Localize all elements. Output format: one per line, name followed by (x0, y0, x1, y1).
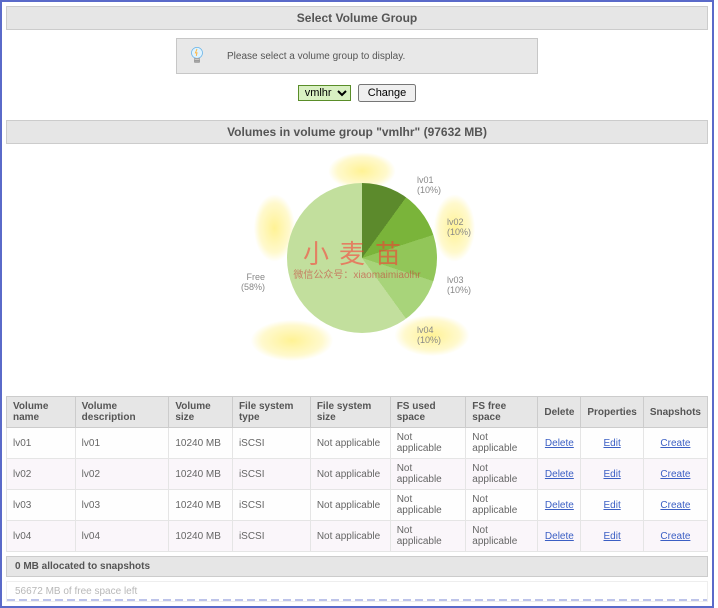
pie-body (287, 183, 437, 333)
delete-link-cell: Delete (538, 428, 581, 459)
freespace-footer: 56672 MB of free space left (6, 581, 708, 602)
cell-fstype: iSCSI (232, 521, 310, 552)
edit-link[interactable]: Edit (603, 500, 620, 511)
th-fstype: File system type (232, 397, 310, 428)
table-row: lv01lv0110240 MBiSCSINot applicableNot a… (7, 428, 708, 459)
lightbulb-icon (187, 45, 207, 67)
edit-link[interactable]: Edit (603, 438, 620, 449)
slice-label-free: Free(58%) (241, 273, 265, 293)
delete-link-cell: Delete (538, 521, 581, 552)
create-link[interactable]: Create (660, 469, 690, 480)
cell-name: lv04 (7, 521, 76, 552)
cell-fsused: Not applicable (390, 490, 466, 521)
edit-link-cell: Edit (581, 490, 643, 521)
delete-link[interactable]: Delete (545, 469, 574, 480)
cell-size: 10240 MB (169, 521, 233, 552)
create-link-cell: Create (643, 490, 707, 521)
create-link-cell: Create (643, 521, 707, 552)
cell-name: lv01 (7, 428, 76, 459)
vg-selector-row: vmlhr Change (2, 84, 712, 102)
volumes-title: Volumes in volume group "vmlhr" (97632 M… (6, 120, 708, 144)
tip-box: Please select a volume group to display. (176, 38, 538, 74)
cell-fssize: Not applicable (310, 428, 390, 459)
vg-dropdown[interactable]: vmlhr (298, 85, 351, 101)
create-link[interactable]: Create (660, 531, 690, 542)
edit-link-cell: Edit (581, 521, 643, 552)
slice-label-lv02: lv02(10%) (447, 218, 471, 238)
th-name: Volume name (7, 397, 76, 428)
th-delete: Delete (538, 397, 581, 428)
delete-link[interactable]: Delete (545, 438, 574, 449)
th-size: Volume size (169, 397, 233, 428)
th-props: Properties (581, 397, 643, 428)
pie-chart: lv01(10%) lv02(10%) lv03(10%) lv04(10%) … (207, 148, 507, 388)
create-link-cell: Create (643, 459, 707, 490)
delete-link[interactable]: Delete (545, 500, 574, 511)
cell-name: lv02 (7, 459, 76, 490)
create-link[interactable]: Create (660, 438, 690, 449)
cell-fsused: Not applicable (390, 521, 466, 552)
cell-fsfree: Not applicable (466, 521, 538, 552)
cell-size: 10240 MB (169, 428, 233, 459)
cell-fsfree: Not applicable (466, 459, 538, 490)
table-header-row: Volume name Volume description Volume si… (7, 397, 708, 428)
volumes-table: Volume name Volume description Volume si… (6, 396, 708, 552)
create-link[interactable]: Create (660, 500, 690, 511)
cell-desc: lv02 (75, 459, 169, 490)
page: Select Volume Group Please select a volu… (0, 0, 714, 608)
delete-link-cell: Delete (538, 490, 581, 521)
slice-label-lv04: lv04(10%) (417, 326, 441, 346)
edit-link-cell: Edit (581, 428, 643, 459)
table-row: lv03lv0310240 MBiSCSINot applicableNot a… (7, 490, 708, 521)
cell-fsfree: Not applicable (466, 490, 538, 521)
edit-link-cell: Edit (581, 459, 643, 490)
cell-desc: lv04 (75, 521, 169, 552)
th-fsfree: FS free space (466, 397, 538, 428)
tip-text: Please select a volume group to display. (227, 51, 405, 62)
cell-fssize: Not applicable (310, 490, 390, 521)
th-fsused: FS used space (390, 397, 466, 428)
edit-link[interactable]: Edit (603, 469, 620, 480)
cell-desc: lv03 (75, 490, 169, 521)
edit-link[interactable]: Edit (603, 531, 620, 542)
snapshots-footer: 0 MB allocated to snapshots (6, 556, 708, 577)
cell-size: 10240 MB (169, 459, 233, 490)
cell-fsused: Not applicable (390, 428, 466, 459)
delete-link[interactable]: Delete (545, 531, 574, 542)
table-row: lv02lv0210240 MBiSCSINot applicableNot a… (7, 459, 708, 490)
slice-label-lv01: lv01(10%) (417, 176, 441, 196)
cell-desc: lv01 (75, 428, 169, 459)
cell-fssize: Not applicable (310, 459, 390, 490)
table-row: lv04lv0410240 MBiSCSINot applicableNot a… (7, 521, 708, 552)
cell-fssize: Not applicable (310, 521, 390, 552)
select-vg-title: Select Volume Group (6, 6, 708, 30)
cell-fstype: iSCSI (232, 490, 310, 521)
th-desc: Volume description (75, 397, 169, 428)
th-fssize: File system size (310, 397, 390, 428)
th-snaps: Snapshots (643, 397, 707, 428)
cell-fsused: Not applicable (390, 459, 466, 490)
delete-link-cell: Delete (538, 459, 581, 490)
cell-size: 10240 MB (169, 490, 233, 521)
cell-fstype: iSCSI (232, 459, 310, 490)
cell-fsfree: Not applicable (466, 428, 538, 459)
slice-label-lv03: lv03(10%) (447, 276, 471, 296)
cell-name: lv03 (7, 490, 76, 521)
cell-fstype: iSCSI (232, 428, 310, 459)
create-link-cell: Create (643, 428, 707, 459)
change-button[interactable]: Change (358, 84, 417, 102)
